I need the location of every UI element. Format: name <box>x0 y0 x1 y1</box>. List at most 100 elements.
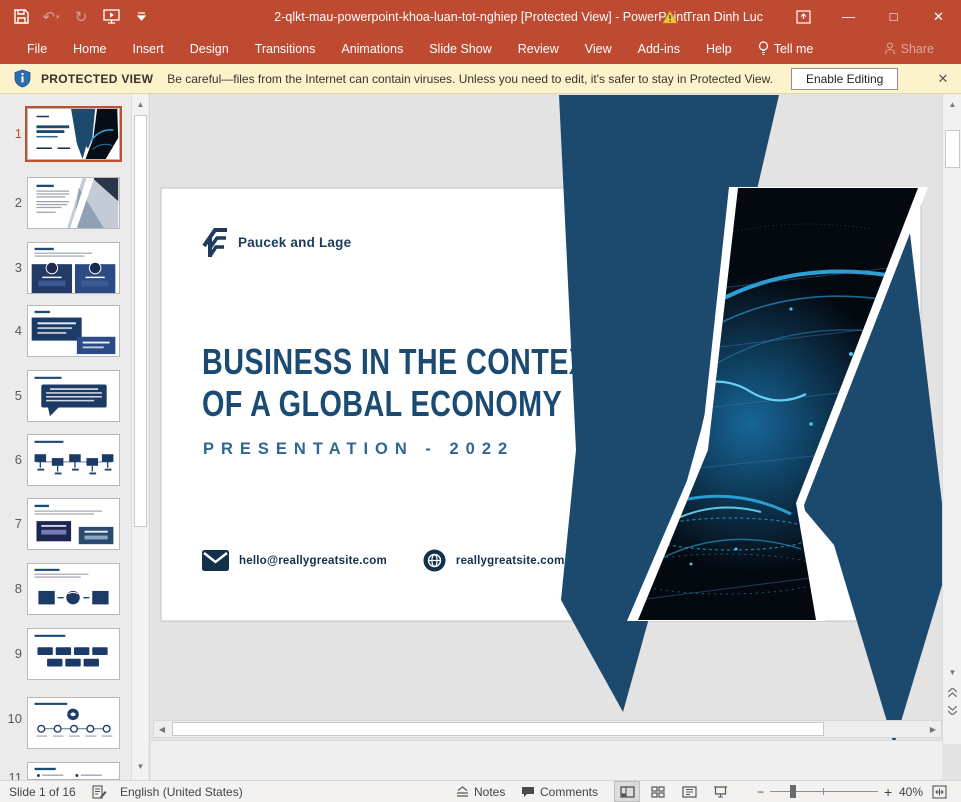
protected-view-message: Be careful—files from the Internet can c… <box>167 71 773 86</box>
ribbon-tabs: File Home Insert Design Transitions Anim… <box>0 33 961 64</box>
customize-qat-icon[interactable] <box>128 4 154 30</box>
save-icon[interactable] <box>8 4 34 30</box>
tab-file[interactable]: File <box>14 33 60 64</box>
protected-view-banner: PROTECTED VIEW Be careful—files from the… <box>0 64 961 94</box>
scroll-right-icon[interactable]: ▶ <box>925 721 941 737</box>
title-bar: ↶ ▾ ↻ 2-qlkt-mau-powerpoint-khoa-luan-tot… <box>0 0 961 33</box>
website-globe-icon <box>423 549 446 572</box>
language-indicator[interactable]: English (United States) <box>120 781 243 802</box>
slide-number: 11 <box>8 770 23 780</box>
lightbulb-icon <box>758 41 768 56</box>
person-icon <box>884 42 895 55</box>
slide-number: 3 <box>14 260 22 275</box>
close-button[interactable]: ✕ <box>916 0 961 33</box>
share-button[interactable]: Share <box>871 33 947 64</box>
slide-title[interactable]: BUSINESS IN THE CONTEXT OF A GLOBAL ECON… <box>202 341 606 425</box>
thumbnail-scrollbar-thumb[interactable] <box>134 115 147 527</box>
banner-close-icon[interactable]: ✕ <box>933 71 953 87</box>
scroll-down-icon[interactable]: ▼ <box>133 758 148 774</box>
protected-view-label: PROTECTED VIEW <box>41 71 154 86</box>
slide-indicator[interactable]: Slide 1 of 16 <box>9 781 76 802</box>
zoom-level[interactable]: 40% <box>899 781 923 802</box>
user-name: Tran Dinh Luc <box>684 9 763 24</box>
warning-icon <box>662 9 678 23</box>
slide-number: 1 <box>14 126 22 141</box>
slide-number: 10 <box>7 711 22 726</box>
notes-toggle[interactable]: Notes <box>456 781 505 802</box>
status-bar: Slide 1 of 16 English (United States) No… <box>0 780 961 802</box>
slide-thumbnail-7[interactable] <box>27 498 120 550</box>
scroll-up-icon[interactable]: ▲ <box>133 96 148 112</box>
slide-number: 4 <box>14 323 22 338</box>
minimize-button[interactable]: — <box>826 0 871 33</box>
slide-thumbnail-1[interactable] <box>25 106 122 162</box>
redo-icon[interactable]: ↻ <box>68 4 94 30</box>
tab-home[interactable]: Home <box>60 33 119 64</box>
tab-design[interactable]: Design <box>177 33 242 64</box>
quick-access-toolbar: ↶ ▾ ↻ <box>8 0 154 33</box>
next-slide-icon[interactable] <box>944 702 961 718</box>
scroll-up-icon[interactable]: ▲ <box>944 96 961 112</box>
canvas-footer-strip <box>151 740 942 780</box>
logo-icon <box>202 228 227 257</box>
horizontal-scrollbar[interactable]: ◀ ▶ <box>153 720 942 738</box>
tab-transitions[interactable]: Transitions <box>242 33 329 64</box>
zoom-slider-thumb[interactable] <box>790 785 796 798</box>
slide-thumbnail-6[interactable] <box>27 434 120 486</box>
tell-me-button[interactable]: Tell me <box>745 33 827 64</box>
vertical-scrollbar-thumb[interactable] <box>945 130 960 168</box>
previous-slide-icon[interactable] <box>944 684 961 700</box>
maximize-button[interactable]: □ <box>871 0 916 33</box>
tab-insert[interactable]: Insert <box>120 33 177 64</box>
vertical-scrollbar[interactable]: ▲ ▼ <box>942 94 961 744</box>
zoom-slider[interactable] <box>770 781 878 802</box>
tab-view[interactable]: View <box>572 33 625 64</box>
slide-thumbnail-9[interactable] <box>27 628 120 680</box>
slide-number: 7 <box>14 516 22 531</box>
thumbnail-scrollbar[interactable]: ▲ ▼ <box>131 94 148 780</box>
slide-thumbnail-11[interactable] <box>27 762 120 780</box>
slide-thumbnail-8[interactable] <box>27 563 120 615</box>
slide-number: 6 <box>14 452 22 467</box>
start-slideshow-icon[interactable] <box>98 4 124 30</box>
reading-view-button[interactable] <box>676 781 702 802</box>
zoom-out-button[interactable]: − <box>757 781 764 802</box>
tab-review[interactable]: Review <box>505 33 572 64</box>
ribbon-display-options-icon[interactable] <box>781 0 826 33</box>
enable-editing-button[interactable]: Enable Editing <box>790 67 899 90</box>
slide-number: 9 <box>14 646 22 661</box>
slide-thumbnail-2[interactable] <box>27 177 120 229</box>
company-name: Paucek and Lage <box>238 235 352 250</box>
shield-info-icon <box>14 69 31 88</box>
slide-thumbnail-10[interactable] <box>27 697 120 749</box>
tab-slideshow[interactable]: Slide Show <box>416 33 505 64</box>
slide-number: 2 <box>14 195 22 210</box>
spellcheck-icon[interactable] <box>92 781 107 802</box>
email-icon <box>202 550 229 571</box>
slide-number: 8 <box>14 581 22 596</box>
account-button[interactable]: Tran Dinh Luc <box>662 10 763 24</box>
workspace: 1 2 3 4 5 6 7 8 9 10 11 ▲ ▼ Paucek and L… <box>0 94 961 780</box>
tab-animations[interactable]: Animations <box>328 33 416 64</box>
slide-thumbnail-panel: 1 2 3 4 5 6 7 8 9 10 11 ▲ ▼ <box>0 94 150 780</box>
slideshow-view-button[interactable] <box>707 781 733 802</box>
website-text: reallygreatsite.com <box>455 554 565 567</box>
fit-slide-to-window-button[interactable] <box>932 781 947 802</box>
scroll-left-icon[interactable]: ◀ <box>154 721 170 737</box>
contact-row: hello@reallygreatsite.com reallygreatsit… <box>202 549 565 572</box>
normal-view-button[interactable] <box>614 781 640 802</box>
slide-thumbnail-3[interactable] <box>27 242 120 294</box>
scroll-down-icon[interactable]: ▼ <box>944 664 961 680</box>
notes-icon <box>457 785 468 797</box>
slide-sorter-view-button[interactable] <box>645 781 671 802</box>
slide-subtitle[interactable]: PRESENTATION - 2022 <box>203 440 514 459</box>
zoom-in-button[interactable]: + <box>884 781 892 802</box>
undo-icon[interactable]: ↶ ▾ <box>38 4 64 30</box>
slide-thumbnail-4[interactable] <box>27 305 120 357</box>
comments-toggle[interactable]: Comments <box>521 781 598 802</box>
tab-help[interactable]: Help <box>693 33 745 64</box>
slide-thumbnail-5[interactable] <box>27 370 120 422</box>
slide-number: 5 <box>14 388 22 403</box>
horizontal-scrollbar-thumb[interactable] <box>172 722 824 736</box>
tab-addins[interactable]: Add-ins <box>625 33 693 64</box>
